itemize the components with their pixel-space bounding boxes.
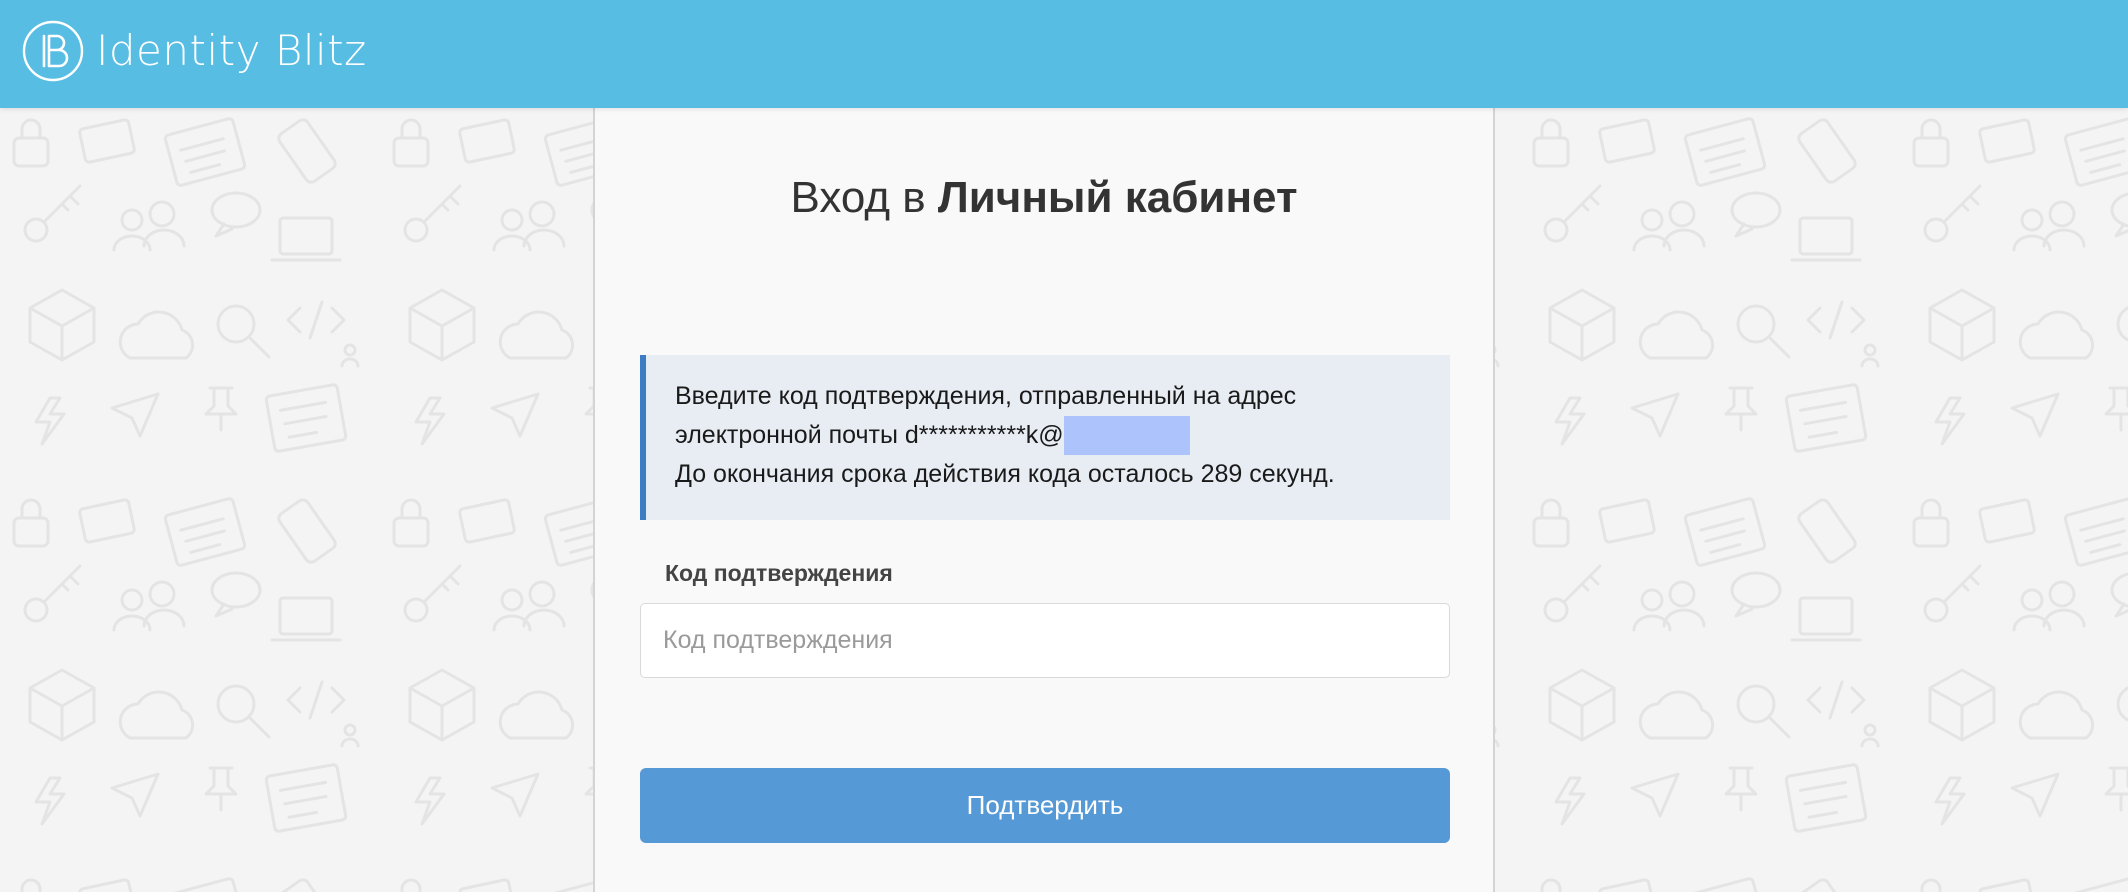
info-line-2-text: электронной почты d***********k@ bbox=[675, 421, 1064, 449]
info-line-3: До окончания срока действия кода осталос… bbox=[675, 460, 1335, 488]
redacted-email-domain bbox=[1063, 416, 1190, 455]
page-title: Вход в Личный кабинет bbox=[595, 172, 1493, 225]
identity-blitz-logo-icon bbox=[22, 20, 84, 82]
page-title-strong: Личный кабинет bbox=[937, 173, 1298, 222]
page-title-prefix: Вход в bbox=[790, 173, 926, 222]
info-line-2: электронной почты d***********k@ bbox=[675, 416, 1422, 455]
confirmation-code-input[interactable] bbox=[640, 603, 1450, 678]
brand[interactable]: Identity Blitz bbox=[22, 19, 367, 83]
top-navbar: Identity Blitz bbox=[0, 0, 2128, 108]
info-line-1: Введите код подтверждения, отправленный … bbox=[675, 382, 1297, 410]
confirmation-info-alert: Введите код подтверждения, отправленный … bbox=[640, 355, 1450, 520]
code-field-label: Код подтверждения bbox=[665, 560, 893, 586]
brand-name: Identity Blitz bbox=[96, 26, 367, 75]
login-panel: Вход в Личный кабинет Введите код подтве… bbox=[593, 108, 1495, 892]
confirm-button[interactable]: Подтвердить bbox=[640, 768, 1450, 843]
